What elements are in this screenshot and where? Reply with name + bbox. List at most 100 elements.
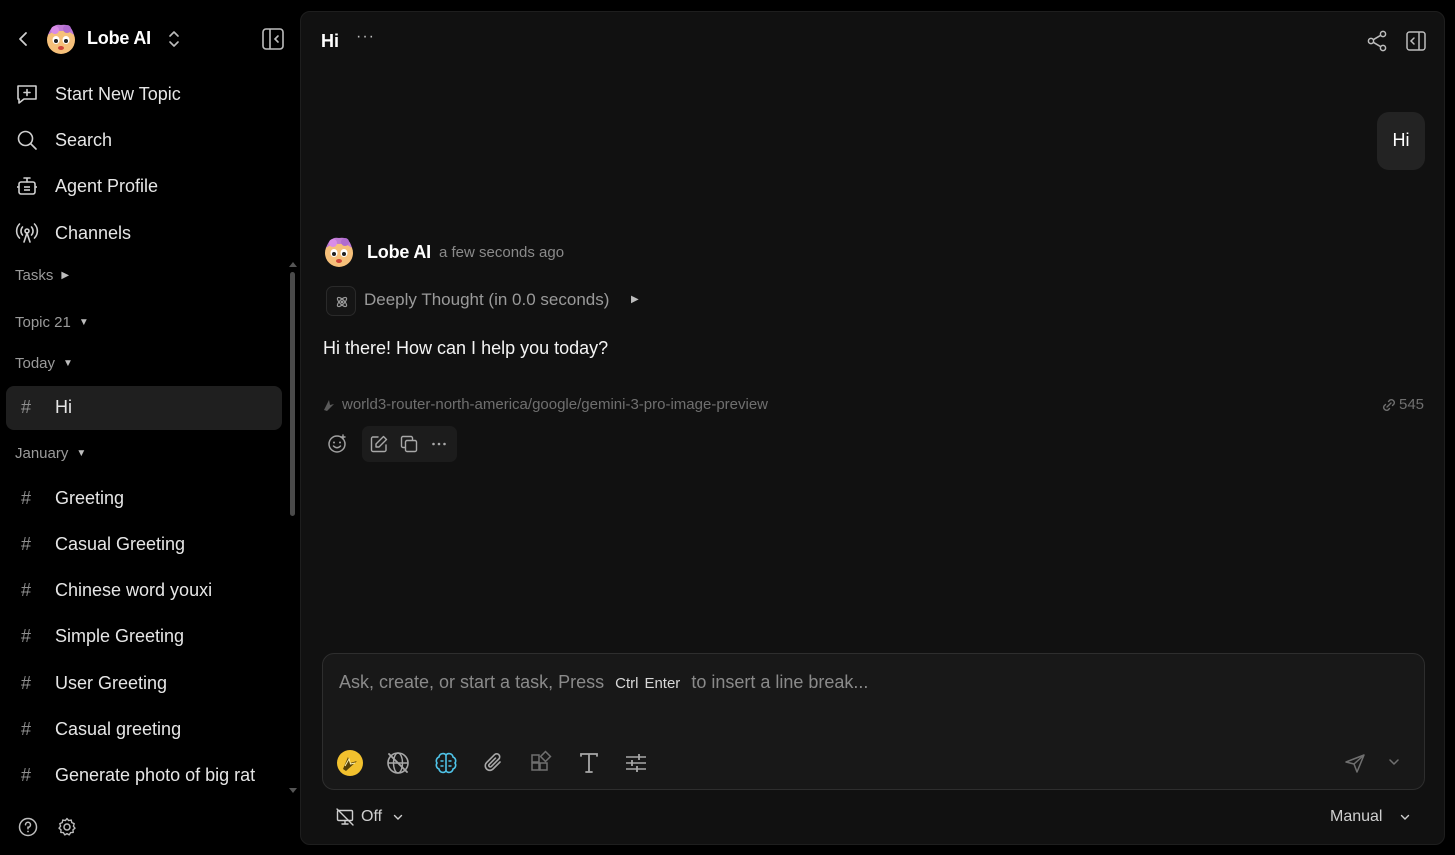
topic-label: Casual greeting	[55, 719, 182, 739]
topic-item[interactable]: # User Greeting	[6, 662, 282, 706]
auto-mode-label: Off	[361, 808, 383, 825]
group-label: January	[15, 445, 69, 462]
agent-name[interactable]: Lobe AI	[87, 28, 151, 49]
sliders-icon[interactable]	[622, 749, 650, 777]
caret-right-icon[interactable]: ▶	[631, 294, 639, 305]
broadcast-icon	[15, 223, 39, 243]
kbd-enter: Enter	[644, 675, 681, 692]
chat-input-box[interactable]: Ask, create, or start a task, Press Ctrl…	[322, 653, 1425, 790]
group-label: Tasks	[15, 267, 54, 284]
gear-icon[interactable]	[56, 816, 78, 838]
topic-item[interactable]: # Greeting	[6, 477, 282, 521]
thought-label[interactable]: Deeply Thought (in 0.0 seconds)	[364, 290, 609, 310]
nav-label: Search	[55, 130, 113, 150]
hash-icon: #	[21, 765, 32, 785]
chat-input-placeholder[interactable]: Ask, create, or start a task, Press Ctrl…	[339, 672, 868, 693]
assistant-name: Lobe AI	[367, 242, 431, 262]
topic-item[interactable]: # Casual greeting	[6, 708, 282, 752]
topic-label: Hi	[55, 397, 72, 417]
topic-item[interactable]: # Simple Greeting	[6, 615, 282, 659]
model-provider-icon	[324, 400, 334, 411]
topic-label: Generate photo of big rat	[55, 765, 256, 785]
nav-search[interactable]: Search	[6, 120, 282, 160]
hash-icon: #	[21, 397, 32, 417]
model-name: world3-router-north-america/google/gemin…	[342, 396, 769, 413]
topic-item-hi[interactable]: # Hi	[6, 386, 282, 430]
assistant-avatar[interactable]	[322, 234, 356, 268]
hash-icon: #	[21, 580, 32, 600]
sidebar-header: Lobe AI	[0, 18, 300, 60]
caret-down-icon: ▼	[76, 448, 87, 459]
search-icon	[17, 130, 37, 150]
topic-label: Casual Greeting	[55, 534, 186, 554]
sidebar: Lobe AI Start New Topic Search Agent Pro…	[0, 0, 300, 855]
sidebar-scrollbar[interactable]	[290, 272, 295, 516]
model-select-icon[interactable]	[336, 749, 364, 777]
message-timestamp: a few seconds ago	[439, 244, 565, 261]
hash-icon: #	[21, 673, 32, 693]
topic-label: Chinese word youxi	[55, 580, 213, 600]
nav-label: Channels	[55, 223, 132, 243]
scroll-up-arrow-icon[interactable]	[289, 262, 297, 267]
more-icon[interactable]	[429, 434, 449, 454]
web-search-off-icon[interactable]	[384, 749, 412, 777]
group-today[interactable]: Today ▼	[15, 355, 73, 379]
topic-item[interactable]: # Generate photo of big rat	[6, 754, 282, 798]
scroll-down-arrow-icon[interactable]	[289, 788, 297, 793]
kbd-ctrl: Ctrl	[615, 675, 639, 692]
app-window: Lobe AI Start New Topic Search Agent Pro…	[0, 0, 1455, 855]
caret-down-icon: ▼	[63, 358, 73, 369]
assistant-message-text: Hi there! How can I help you today?	[323, 338, 609, 358]
nav-label: Start New Topic	[55, 84, 181, 104]
token-count: 545	[1399, 396, 1425, 413]
caret-right-icon: ▶	[61, 270, 70, 281]
share-icon[interactable]	[1365, 29, 1389, 53]
brain-icon[interactable]	[432, 749, 460, 777]
agent-avatar[interactable]	[44, 21, 78, 55]
group-label: Today	[15, 355, 56, 372]
chevron-down-icon	[393, 814, 403, 820]
hash-icon: #	[21, 719, 32, 739]
new-topic-icon	[17, 85, 37, 104]
message-action-bar	[362, 426, 457, 462]
nav-start-new-topic[interactable]: Start New Topic	[6, 74, 282, 114]
group-topic[interactable]: Topic 21 ▼	[15, 314, 89, 338]
emoji-reaction-icon[interactable]	[325, 432, 349, 456]
user-message-text: Hi	[1392, 130, 1410, 150]
atom-icon	[336, 296, 348, 308]
nav-agent-profile[interactable]: Agent Profile	[6, 166, 282, 206]
chevron-updown-icon[interactable]	[163, 27, 185, 51]
robot-icon	[17, 177, 37, 195]
text-format-icon[interactable]	[575, 749, 603, 777]
topic-label: User Greeting	[55, 673, 168, 693]
hash-icon: #	[21, 534, 32, 554]
auto-mode-toggle[interactable]: Off	[335, 805, 415, 829]
placeholder-text: to insert a line break...	[691, 672, 869, 692]
topic-label: Simple Greeting	[55, 626, 185, 646]
paperclip-icon[interactable]	[480, 749, 508, 777]
edit-icon[interactable]	[369, 434, 389, 454]
hash-icon: #	[21, 626, 32, 646]
group-label: Topic 21	[15, 314, 71, 331]
right-panel-toggle-icon[interactable]	[1404, 29, 1428, 53]
topic-label: Greeting	[55, 488, 125, 508]
group-january[interactable]: January ▼	[15, 445, 86, 469]
chevron-left-icon[interactable]	[12, 28, 34, 50]
group-tasks[interactable]: Tasks ▶	[15, 267, 69, 291]
topic-item[interactable]: # Chinese word youxi	[6, 569, 282, 613]
token-icon	[1383, 399, 1395, 411]
more-options-button[interactable]: ···	[356, 28, 375, 46]
nav-channels[interactable]: Channels	[6, 213, 282, 253]
plugins-icon[interactable]	[527, 749, 555, 777]
chevron-down-icon[interactable]	[1385, 753, 1403, 771]
user-message-bubble: Hi	[1377, 112, 1425, 170]
placeholder-text: Ask, create, or start a task, Press	[339, 672, 605, 692]
send-icon[interactable]	[1343, 751, 1367, 775]
copy-icon[interactable]	[399, 434, 419, 454]
sidebar-collapse-icon[interactable]	[259, 25, 287, 53]
mode-select[interactable]: Manual	[1330, 805, 1420, 829]
topic-item[interactable]: # Casual Greeting	[6, 523, 282, 567]
thought-toggle[interactable]	[326, 286, 356, 316]
caret-down-icon: ▼	[78, 317, 89, 328]
help-icon[interactable]	[17, 816, 39, 838]
